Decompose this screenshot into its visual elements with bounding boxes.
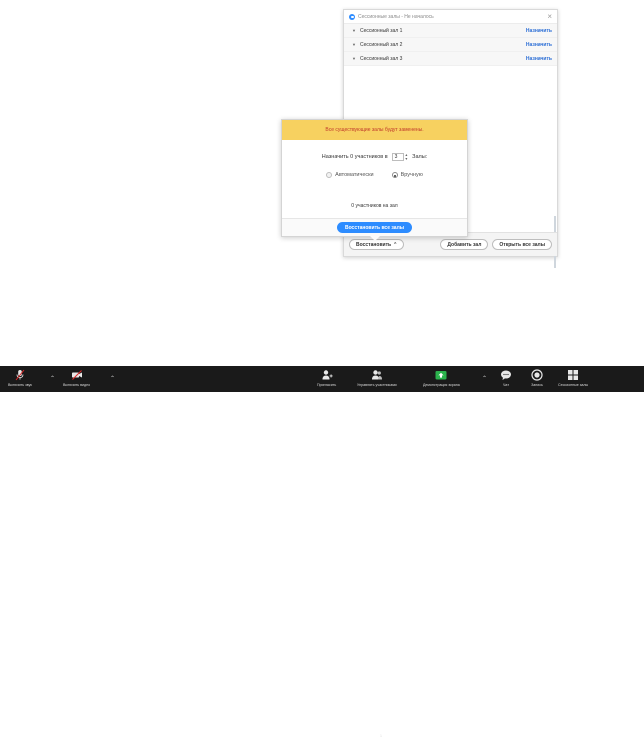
video-off-icon	[71, 369, 83, 381]
record-icon	[531, 369, 543, 381]
room-count-input[interactable]: 3	[391, 153, 404, 161]
chevron-down-icon[interactable]: ▼	[352, 28, 356, 33]
start-video-button[interactable]: Включить видео	[63, 369, 90, 387]
room-row-3[interactable]: ▼ Сессионный зал 3 Назначить	[344, 52, 557, 66]
breakout-rooms-label: Сессионные залы	[558, 383, 589, 387]
participants-icon	[371, 369, 383, 381]
assign-participants-line: Назначить 0 участников в 3 ▲ ▼ Залы:	[282, 153, 467, 161]
muted-microphone-icon	[14, 369, 26, 381]
invite-icon	[321, 369, 333, 381]
radio-checked-icon[interactable]	[391, 172, 398, 178]
meeting-toolbar: Включить звук ⌃ Включить видео ⌃ Приглас…	[0, 366, 644, 738]
room-row-1[interactable]: ▼ Сессионный зал 1 Назначить	[344, 24, 557, 38]
radio-automatic[interactable]: Автоматически	[326, 172, 374, 178]
share-screen-icon	[435, 369, 447, 381]
share-options-chevron-icon[interactable]: ⌃	[482, 375, 487, 382]
breakout-rooms-button[interactable]: Сессионные залы	[558, 369, 588, 387]
chevron-up-icon: ⌃	[393, 241, 398, 248]
radio-manual-label: Вручную	[400, 172, 423, 178]
video-options-chevron-icon[interactable]: ⌃	[110, 375, 115, 382]
chat-label: Чат	[503, 383, 509, 387]
add-room-button[interactable]: Добавить зал	[440, 239, 489, 250]
chevron-down-icon[interactable]: ▼	[352, 42, 356, 47]
manage-participants-button[interactable]: Управлять участниками	[357, 369, 397, 387]
recreate-button-label: Восстановить	[356, 241, 392, 248]
record-button[interactable]: Запись	[531, 369, 543, 387]
radio-manual[interactable]: Вручную	[391, 172, 423, 178]
assign-link[interactable]: Назначить	[526, 56, 552, 62]
audio-options-chevron-icon[interactable]: ⌃	[50, 375, 55, 382]
manage-participants-label: Управлять участниками	[357, 383, 397, 387]
participant-count: 1	[380, 734, 382, 738]
unmute-button[interactable]: Включить звук	[8, 369, 32, 387]
invite-button[interactable]: Пригласить	[317, 369, 336, 387]
breakout-rooms-icon	[567, 369, 579, 381]
stepper-down-icon[interactable]: ▼	[405, 157, 408, 161]
share-screen-button[interactable]: Демонстрация экрана	[423, 369, 460, 387]
record-label: Запись	[531, 383, 543, 387]
participants-per-room: 0 участников на зал	[351, 203, 398, 209]
recreate-all-button[interactable]: Восстановить все залы	[336, 222, 413, 233]
room-row-2[interactable]: ▼ Сессионный зал 2 Назначить	[344, 38, 557, 52]
assign-link[interactable]: Назначить	[526, 42, 552, 48]
room-name: Сессионный зал 2	[359, 41, 403, 48]
window-titlebar: Сессионные залы - Не началось ×	[344, 10, 557, 24]
assign-prefix-text: Назначить 0 участников в	[321, 154, 388, 160]
assign-link[interactable]: Назначить	[526, 28, 552, 34]
popover-pointer	[370, 236, 380, 241]
warning-banner: Все существующие залы будут заменены.	[282, 120, 467, 140]
chat-icon	[500, 369, 512, 381]
room-count-stepper[interactable]: 3 ▲ ▼	[391, 153, 408, 161]
close-icon[interactable]: ×	[547, 12, 552, 21]
radio-icon[interactable]	[326, 172, 333, 178]
window-title: Сессионные залы - Не началось	[358, 13, 434, 20]
zoom-logo-icon	[349, 13, 355, 20]
invite-label: Пригласить	[317, 383, 337, 387]
chevron-down-icon[interactable]: ▼	[352, 56, 356, 61]
chat-button[interactable]: Чат	[500, 369, 512, 387]
share-screen-label: Демонстрация экрана	[423, 383, 460, 387]
radio-automatic-label: Автоматически	[335, 172, 374, 178]
room-name: Сессионный зал 3	[359, 55, 403, 62]
assign-suffix-text: Залы:	[412, 154, 428, 160]
start-video-label: Включить видео	[63, 383, 91, 387]
popover-footer: Восстановить все залы	[282, 218, 467, 236]
room-name: Сессионный зал 1	[359, 27, 403, 34]
recreate-popover: Все существующие залы будут заменены. На…	[281, 119, 468, 241]
unmute-label: Включить звук	[8, 383, 32, 387]
assignment-mode: Автоматически Вручную	[282, 172, 467, 178]
open-all-rooms-button[interactable]: Открыть все залы	[492, 239, 552, 250]
